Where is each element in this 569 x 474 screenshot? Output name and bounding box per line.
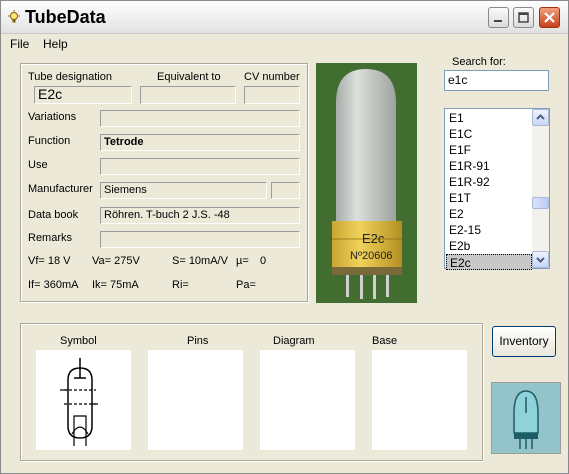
list-item[interactable]: E2: [446, 206, 532, 222]
window-title: TubeData: [25, 7, 106, 27]
search-input[interactable]: e1c: [444, 70, 549, 91]
scroll-up-button[interactable]: [532, 109, 549, 126]
app-logo: [491, 382, 561, 454]
list-item[interactable]: E1R-91: [446, 158, 532, 174]
list-item[interactable]: E2c: [446, 254, 532, 270]
list-item[interactable]: E1F: [446, 142, 532, 158]
remarks-field[interactable]: [100, 231, 300, 248]
pins-label: Pins: [187, 335, 209, 347]
list-item[interactable]: E1: [446, 110, 532, 126]
base-label: Base: [372, 335, 398, 347]
tube-logo-icon: [492, 383, 560, 453]
equivalent-field[interactable]: [140, 86, 236, 104]
maximize-icon: [518, 12, 529, 23]
main-window: TubeData File Help Tube designation Equi…: [0, 0, 569, 474]
function-label: Function: [28, 135, 71, 147]
designation-label: Tube designation: [28, 71, 112, 83]
tube-list[interactable]: E1 E1C E1F E1R-91 E1R-92 E1T E2 E2-15 E2b E2c: [444, 108, 550, 270]
vf-value: Vf= 18 V: [28, 255, 71, 267]
cv-number-label: CV number: [244, 71, 300, 83]
scroll-down-button[interactable]: [532, 251, 549, 268]
manufacturer-label: Manufacturer: [28, 183, 93, 195]
manufacturer-extra-field[interactable]: [271, 182, 300, 199]
diagram-label: Diagram: [273, 335, 315, 347]
list-item[interactable]: E2-15: [446, 222, 532, 238]
manufacturer-field[interactable]: Siemens: [100, 182, 267, 199]
menu-help[interactable]: Help: [43, 37, 68, 51]
chevron-up-icon: [536, 114, 545, 120]
diagram-panel: [260, 350, 355, 450]
symbol-panel: [36, 350, 131, 450]
ik-value: Ik= 75mA: [92, 279, 139, 291]
close-icon: [544, 12, 555, 23]
list-item[interactable]: E1C: [446, 126, 532, 142]
va-value: Va= 275V: [92, 255, 140, 267]
cv-number-field[interactable]: [244, 86, 300, 104]
ri-value: Ri=: [172, 279, 189, 291]
symbol-label: Symbol: [60, 335, 97, 347]
photo-label: E2c: [362, 231, 385, 246]
list-item[interactable]: E2b: [446, 238, 532, 254]
mu-label: µ=: [236, 255, 249, 267]
close-button[interactable]: [539, 7, 560, 28]
use-label: Use: [28, 159, 48, 171]
data-book-label: Data book: [28, 209, 79, 221]
pa-value: Pa=: [236, 279, 256, 291]
list-scrollbar[interactable]: [532, 109, 549, 268]
base-panel: [372, 350, 467, 450]
menu-bar: File Help: [1, 34, 568, 53]
remarks-label: Remarks: [28, 232, 73, 244]
list-item[interactable]: E1T: [446, 190, 532, 206]
designation-field[interactable]: E2c: [34, 86, 132, 104]
list-item[interactable]: E1R-92: [446, 174, 532, 190]
data-book-field[interactable]: Röhren. T-buch 2 J.S. -48: [100, 207, 300, 224]
use-field[interactable]: [100, 158, 300, 175]
lightbulb-icon: [8, 10, 20, 23]
equivalent-label: Equivalent to: [157, 71, 221, 83]
menu-file[interactable]: File: [10, 37, 29, 51]
function-field[interactable]: Tetrode: [100, 134, 300, 151]
tube-photo-image: [316, 63, 417, 303]
tetrode-symbol-icon: [60, 358, 98, 446]
maximize-button[interactable]: [513, 7, 534, 28]
variations-label: Variations: [28, 111, 77, 123]
scroll-thumb[interactable]: [532, 197, 549, 209]
search-label: Search for:: [452, 56, 506, 68]
mu-value: 0: [260, 255, 267, 267]
chevron-down-icon: [536, 257, 545, 263]
pins-panel: [148, 350, 243, 450]
variations-field[interactable]: [100, 110, 300, 127]
photo-number: Nº20606: [350, 250, 393, 262]
minimize-icon: [494, 20, 502, 22]
tube-photo: E2c Nº20606: [316, 63, 417, 303]
if-value: If= 360mA: [28, 279, 79, 291]
s-value: S= 10mA/V: [172, 255, 228, 267]
minimize-button[interactable]: [488, 7, 509, 28]
title-bar[interactable]: TubeData: [1, 1, 568, 34]
inventory-button[interactable]: Inventory: [492, 326, 556, 357]
